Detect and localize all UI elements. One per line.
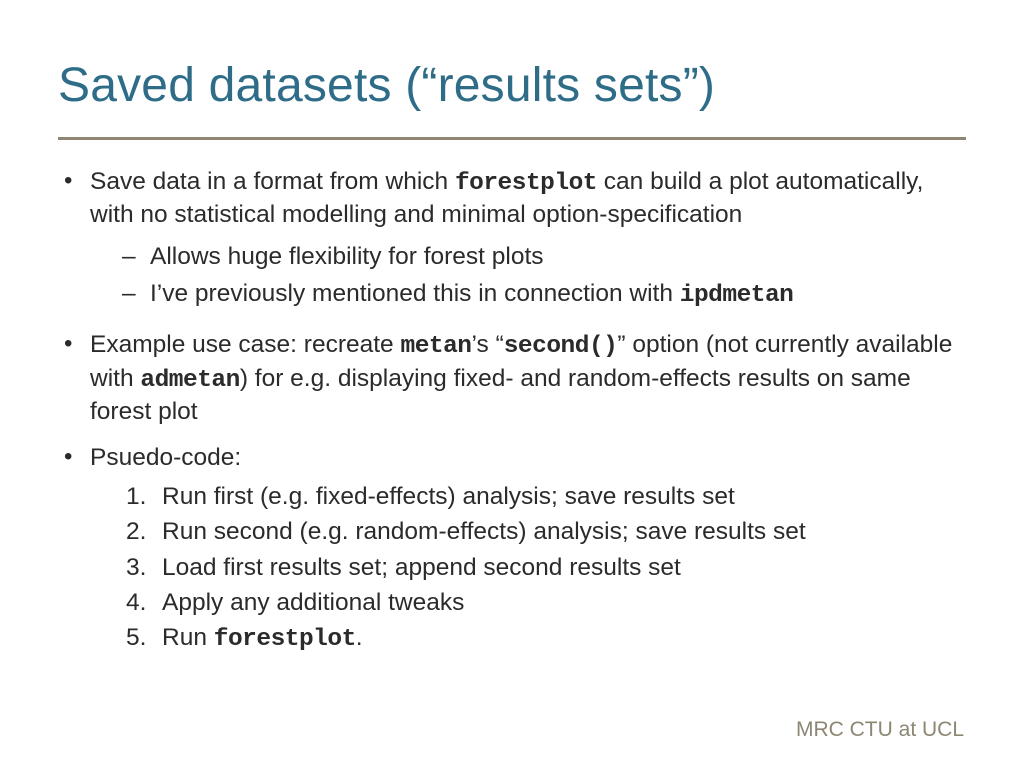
slide-content: Save data in a format from which forestp…: [58, 166, 966, 656]
code-admetan: admetan: [140, 367, 239, 394]
sub-bullet: Allows huge flexibility for forest plots: [122, 241, 966, 272]
slide-title: Saved datasets (“results sets”): [58, 58, 966, 113]
bullet-1: Save data in a format from which forestp…: [58, 166, 966, 311]
bullet-3: Psuedo-code: Run first (e.g. fixed-effec…: [58, 442, 966, 656]
text: .: [356, 624, 363, 651]
sub-bullet: I’ve previously mentioned this in connec…: [122, 278, 966, 311]
text: I’ve previously mentioned this in connec…: [150, 280, 680, 307]
code-second: second(): [504, 333, 618, 360]
bullet-list: Save data in a format from which forestp…: [58, 166, 966, 656]
text: Run: [162, 624, 214, 651]
bullet-2: Example use case: recreate metan’s “seco…: [58, 329, 966, 427]
step-3: Load first results set; append second re…: [126, 552, 966, 583]
code-forestplot: forestplot: [455, 170, 597, 197]
step-5: Run forestplot.: [126, 622, 966, 655]
code-forestplot: forestplot: [214, 626, 356, 653]
text: Save data in a format from which: [90, 168, 455, 195]
step-2: Run second (e.g. random-effects) analysi…: [126, 516, 966, 547]
slide: Saved datasets (“results sets”) Save dat…: [0, 0, 1024, 768]
divider: [58, 137, 966, 140]
text: Psuedo-code:: [90, 444, 241, 471]
code-metan: metan: [401, 333, 472, 360]
footer: MRC CTU at UCL: [796, 718, 964, 742]
step-4: Apply any additional tweaks: [126, 587, 966, 618]
step-1: Run first (e.g. fixed-effects) analysis;…: [126, 481, 966, 512]
steps-list: Run first (e.g. fixed-effects) analysis;…: [90, 481, 966, 656]
sub-list: Allows huge flexibility for forest plots…: [90, 241, 966, 312]
text: ’s “: [472, 331, 504, 358]
text: Example use case: recreate: [90, 331, 401, 358]
code-ipdmetan: ipdmetan: [680, 282, 794, 309]
